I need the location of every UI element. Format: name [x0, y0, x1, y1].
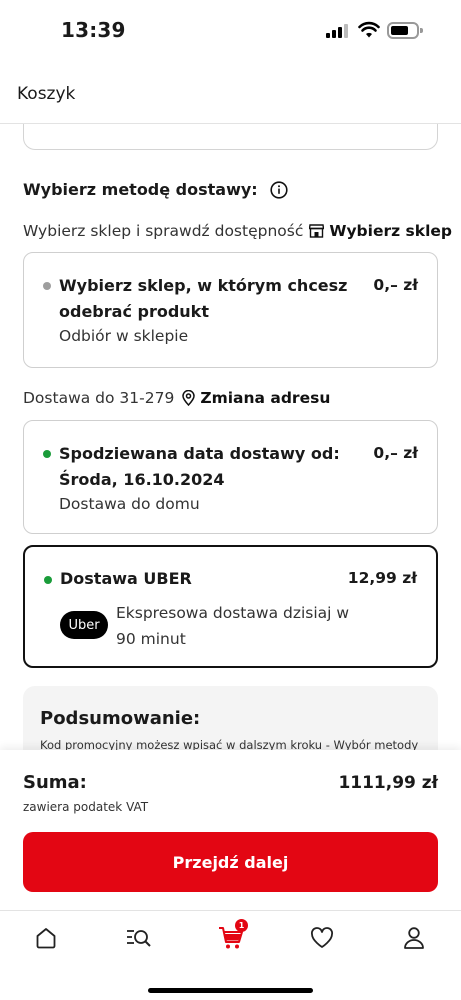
status-bar: 13:39 — [0, 0, 461, 62]
checkout-scroll-area[interactable]: Wybierz metodę dostawy: Wybierz sklep i … — [0, 124, 461, 750]
change-address-label: Zmiana adresu — [200, 389, 331, 407]
delivery-section-title-text: Wybierz metodę dostawy: — [23, 180, 258, 199]
wifi-icon — [358, 21, 380, 38]
delivery-section-title: Wybierz metodę dostawy: — [23, 180, 288, 199]
info-icon[interactable] — [270, 180, 288, 199]
option-subtitle: Ekspresowa dostawa dzisiaj w 90 minut — [116, 604, 350, 648]
store-selection-row: Wybierz sklep i sprawdź dostępność Wybie… — [23, 222, 452, 240]
option-status-dot — [43, 282, 51, 290]
checkout-footer: Suma: zawiera podatek VAT 1111,99 zł Prz… — [0, 750, 461, 910]
profile-icon — [404, 927, 424, 949]
store-icon — [309, 224, 325, 238]
bottom-tab-bar: 1 — [0, 910, 461, 1000]
delivery-option-home[interactable]: Spodziewana data dostawy od: Środa, 16.1… — [23, 420, 438, 534]
option-price: 0,– zł — [373, 444, 418, 462]
delivery-option-uber[interactable]: Dostawa UBER 12,99 zł Uber Ekspresowa do… — [23, 545, 438, 668]
option-status-dot — [44, 576, 52, 584]
total-value: 1111,99 zł — [338, 773, 438, 793]
option-title: Wybierz sklep, w którym chcesz odebrać p… — [59, 276, 348, 321]
store-prompt: Wybierz sklep i sprawdź dostępność — [23, 222, 304, 240]
option-subtitle: Dostawa do domu — [59, 495, 200, 513]
option-price: 12,99 zł — [347, 569, 417, 587]
summary-panel: Podsumowanie: Kod promocyjny możesz wpis… — [23, 686, 438, 750]
page-title: Koszyk — [17, 84, 76, 104]
option-title: Dostawa UBER — [60, 569, 192, 588]
vat-note: zawiera podatek VAT — [23, 800, 149, 814]
tab-cart[interactable]: 1 — [216, 919, 248, 953]
option-title: Spodziewana data dostawy od: Środa, 16.1… — [59, 444, 340, 489]
heart-icon — [311, 927, 333, 948]
home-icon — [36, 928, 56, 949]
previous-card — [23, 124, 438, 150]
battery-icon — [387, 22, 423, 39]
tab-favorites[interactable] — [307, 923, 337, 953]
home-indicator — [148, 988, 313, 993]
change-address-link[interactable]: Zmiana adresu — [182, 389, 330, 407]
address-prompt: Dostawa do 31-279 — [23, 389, 175, 407]
proceed-button[interactable]: Przejdź dalej — [23, 832, 438, 892]
cart-count-badge: 1 — [235, 919, 248, 932]
summary-promo-text: Kod promocyjny możesz wpisać w dalszym k… — [40, 738, 419, 750]
summary-title: Podsumowanie: — [40, 708, 201, 729]
location-pin-icon — [182, 390, 196, 406]
option-subtitle: Odbiór w sklepie — [59, 327, 189, 345]
option-price: 0,– zł — [373, 276, 418, 294]
tab-profile[interactable] — [399, 923, 429, 953]
search-icon — [127, 930, 151, 947]
choose-store-link[interactable]: Wybierz sklep — [309, 222, 452, 240]
cellular-signal-icon — [326, 24, 348, 38]
option-status-dot — [43, 450, 51, 458]
app-header: Koszyk — [0, 62, 461, 124]
delivery-option-store-pickup[interactable]: Wybierz sklep, w którym chcesz odebrać p… — [23, 252, 438, 368]
tab-search[interactable] — [124, 923, 154, 953]
total-label: Suma: — [23, 772, 87, 793]
status-time: 13:39 — [61, 18, 126, 42]
uber-logo-icon: Uber — [60, 611, 108, 639]
choose-store-label: Wybierz sklep — [329, 222, 452, 240]
tab-home[interactable] — [31, 923, 61, 953]
address-row: Dostawa do 31-279 Zmiana adresu — [23, 389, 330, 407]
